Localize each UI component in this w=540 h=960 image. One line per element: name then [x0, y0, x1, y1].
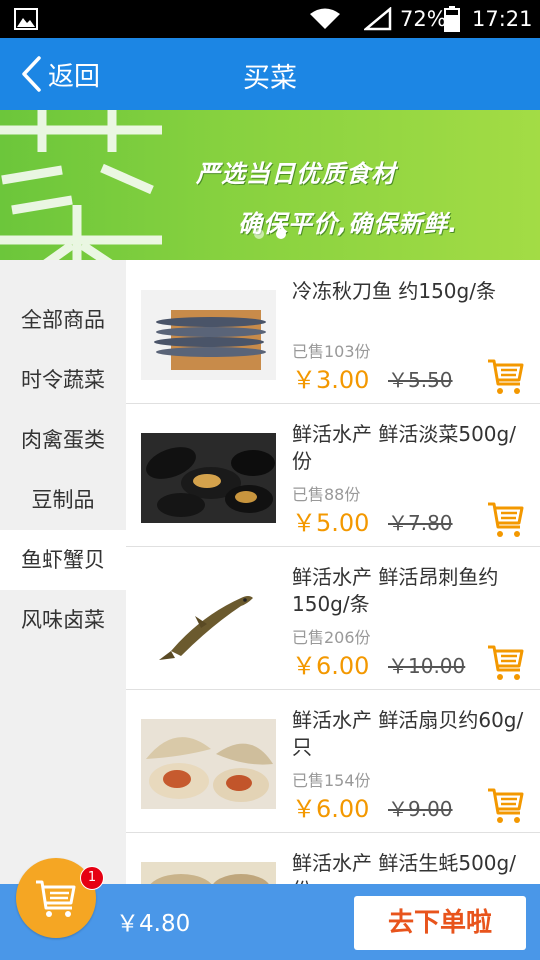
- product-original-price: ￥5.50: [388, 368, 453, 392]
- banner-dot-2[interactable]: [276, 229, 286, 239]
- product-original-price: ￥9.00: [388, 797, 453, 821]
- product-original-price: ￥10.00: [388, 654, 466, 678]
- category-sidebar: 全部商品 时令蔬菜 肉禽蛋类 豆制品 鱼虾蟹贝 风味卤菜: [0, 260, 126, 884]
- cart-count-badge: 1: [80, 866, 104, 890]
- product-name: 鲜活水产 鲜活淡菜500g/份: [292, 422, 516, 473]
- add-to-cart-icon[interactable]: [486, 356, 526, 396]
- add-to-cart-icon[interactable]: [486, 642, 526, 682]
- product-item[interactable]: 鲜活水产 鲜活昂刺鱼约150g/条 已售206份 ￥6.00 ￥10.00: [126, 546, 540, 690]
- product-item[interactable]: 鲜活水产 鲜活扇贝约60g/只 已售154份 ￥6.00 ￥9.00: [126, 689, 540, 833]
- product-item[interactable]: 鲜活水产 鲜活生蚝500g/份: [126, 832, 540, 884]
- signal-icon: [364, 7, 392, 31]
- product-item[interactable]: 鲜活水产 鲜活淡菜500g/份 已售88份 ￥5.00 ￥7.80: [126, 403, 540, 547]
- catfish-image: [141, 576, 276, 666]
- product-price: ￥6.00: [292, 795, 370, 823]
- oysters-image: [141, 862, 276, 884]
- checkout-button[interactable]: 去下单啦: [354, 896, 526, 950]
- product-sold-count: 已售154份: [292, 771, 371, 790]
- product-name: 冷冻秋刀鱼 约150g/条: [292, 279, 496, 303]
- category-tofu[interactable]: 豆制品: [0, 470, 126, 530]
- product-price: ￥5.00: [292, 509, 370, 537]
- product-sold-count: 已售88份: [292, 485, 361, 504]
- banner-subline: 确保平价,确保新鲜.: [238, 210, 459, 238]
- product-item[interactable]: 冷冻秋刀鱼 约150g/条 已售103份 ￥3.00 ￥5.50: [126, 260, 540, 404]
- nav-header: 返回 买菜: [0, 38, 540, 110]
- category-braised[interactable]: 风味卤菜: [0, 590, 126, 650]
- category-vegetables[interactable]: 时令蔬菜: [0, 350, 126, 410]
- product-sold-count: 已售206份: [292, 628, 371, 647]
- category-all[interactable]: 全部商品: [0, 290, 126, 350]
- banner-headline: 严选当日优质食材: [196, 160, 396, 188]
- shopping-cart-icon: [36, 880, 76, 917]
- clock: 17:21: [472, 7, 533, 31]
- product-list[interactable]: 冷冻秋刀鱼 约150g/条 已售103份 ￥3.00 ￥5.50 鲜活水产 鲜活…: [126, 260, 540, 884]
- product-price: ￥6.00: [292, 652, 370, 680]
- wifi-icon: [310, 8, 340, 29]
- category-seafood[interactable]: 鱼虾蟹贝: [0, 530, 126, 590]
- saury-fish-image: [141, 290, 276, 380]
- promo-banner[interactable]: 严选当日优质食材 确保平价,确保新鲜.: [0, 110, 540, 260]
- category-meat-eggs[interactable]: 肉禽蛋类: [0, 410, 126, 470]
- battery-percent: 72%: [400, 7, 447, 31]
- product-original-price: ￥7.80: [388, 511, 453, 535]
- status-bar: 72% 17:21: [0, 0, 540, 38]
- product-name: 鲜活水产 鲜活昂刺鱼约150g/条: [292, 565, 499, 616]
- banner-big-char: [0, 110, 162, 260]
- banner-dot-1[interactable]: [254, 229, 264, 239]
- add-to-cart-icon[interactable]: [486, 499, 526, 539]
- add-to-cart-icon[interactable]: [486, 785, 526, 825]
- cart-total: ￥4.80: [116, 911, 191, 937]
- page-title: 买菜: [243, 63, 297, 94]
- product-name: 鲜活水产 鲜活扇贝约60g/只: [292, 708, 524, 759]
- mussels-image: [141, 433, 276, 523]
- product-price: ￥3.00: [292, 366, 370, 394]
- scallops-image: [141, 719, 276, 809]
- product-name: 鲜活水产 鲜活生蚝500g/份: [292, 851, 516, 884]
- picture-notification-icon: [14, 8, 38, 30]
- battery-icon: [444, 6, 460, 32]
- product-sold-count: 已售103份: [292, 342, 371, 361]
